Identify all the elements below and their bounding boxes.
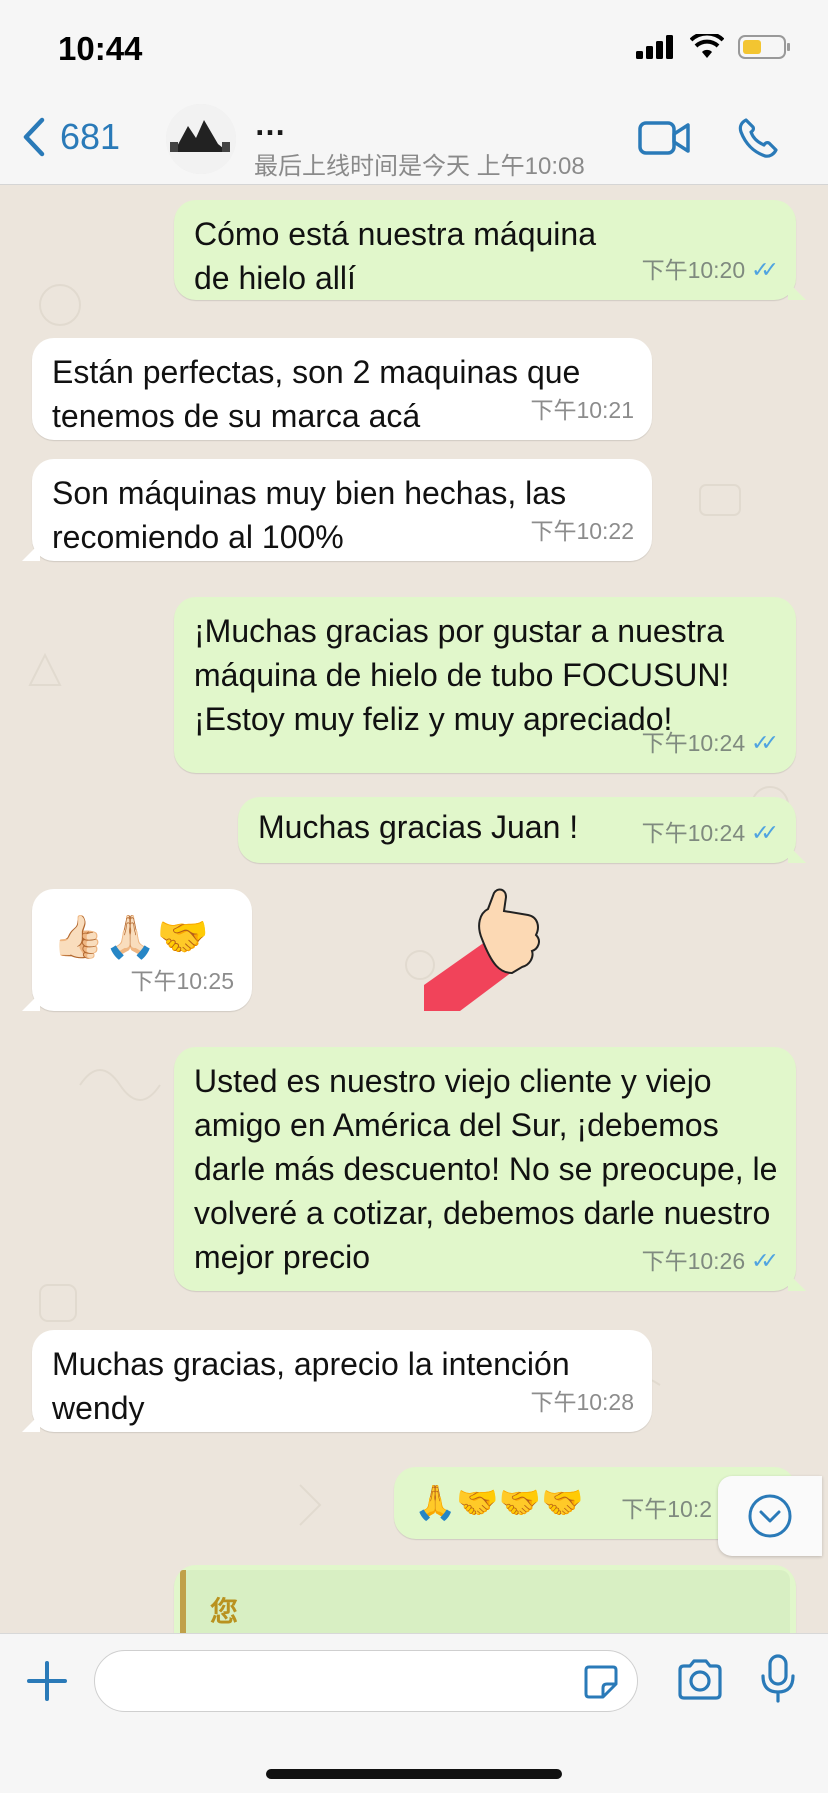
composer-bar (0, 1633, 828, 1793)
message-input[interactable] (94, 1650, 638, 1712)
camera-icon[interactable] (676, 1658, 724, 1700)
bubble-tail (788, 282, 806, 300)
battery-icon (738, 35, 790, 59)
last-seen: 最后上线时间是今天 上午10:08 (254, 153, 585, 180)
avatar-image-icon (166, 104, 236, 174)
read-ticks-icon: ✓✓ (751, 1248, 779, 1273)
message-time: 下午10:28 (530, 1389, 634, 1415)
message-meta: 下午10:25 (130, 959, 234, 1003)
message-outgoing[interactable]: Usted es nuestro viejo cliente y viejo a… (174, 1047, 806, 1291)
back-button[interactable]: 681 (22, 116, 120, 158)
video-call-icon[interactable] (638, 120, 690, 156)
message-time: 下午10:24 (641, 820, 746, 846)
plus-icon[interactable] (26, 1660, 68, 1702)
message-time: 下午10:21 (530, 397, 634, 423)
read-ticks-icon: ✓✓ (751, 820, 779, 845)
message-meta: 下午10:22 (530, 509, 634, 553)
status-time: 10:44 (58, 30, 143, 67)
sticker-icon[interactable] (583, 1664, 619, 1700)
message-outgoing[interactable]: Muchas gracias Juan ! 下午10:24 ✓✓ (238, 797, 806, 863)
message-meta: 下午10:24 ✓✓ (641, 721, 779, 765)
quote-label: 您 (210, 1596, 239, 1627)
message-text: Están perfectas, son 2 maquinas que tene… (52, 354, 581, 434)
home-indicator (266, 1769, 562, 1779)
message-meta: 下午10:24 ✓✓ (641, 811, 779, 855)
message-text: Son máquinas muy bien hechas, las recomi… (52, 475, 567, 555)
message-time: 下午10:26 (641, 1248, 746, 1274)
message-text: Cómo está nuestra máquina de hielo allí (194, 216, 596, 296)
bubble-tail (788, 1273, 806, 1291)
message-incoming[interactable]: Son máquinas muy bien hechas, las recomi… (22, 459, 652, 561)
scroll-down-icon (748, 1494, 792, 1538)
read-ticks-icon: ✓✓ (751, 730, 779, 755)
chat-header: 681 … 最后上线时间是今天 上午10:08 (0, 96, 828, 185)
bubble-tail (22, 543, 40, 561)
message-outgoing[interactable]: Cómo está nuestra máquina de hielo allí … (174, 200, 806, 300)
message-meta: 下午10:21 (530, 388, 634, 432)
avatar[interactable] (166, 104, 236, 174)
message-meta: 下午10:28 (530, 1380, 634, 1424)
message-incoming[interactable]: 👍🏻🙏🏻🤝 下午10:25 (22, 889, 252, 1011)
bubble-tail (22, 993, 40, 1011)
message-input-field[interactable] (115, 1665, 559, 1699)
message-meta: 下午10:2 (621, 1487, 712, 1531)
message-text: Muchas gracias, aprecio la intención wen… (52, 1346, 570, 1426)
scroll-down-button[interactable] (718, 1476, 822, 1556)
mic-icon[interactable] (758, 1654, 798, 1704)
bubble-tail (788, 845, 806, 863)
phone-icon[interactable] (736, 116, 780, 160)
chat-area[interactable]: Cómo está nuestra máquina de hielo allí … (0, 185, 828, 1633)
status-icons (636, 34, 792, 60)
message-time: 下午10:25 (130, 968, 234, 994)
message-time: 下午10:24 (641, 730, 746, 756)
message-emoji: 👍🏻🙏🏻🤝 (52, 912, 209, 961)
message-time: 下午10:22 (530, 518, 634, 544)
status-bar: 10:44 (0, 0, 828, 96)
signal-icon (636, 35, 673, 59)
message-outgoing[interactable]: ¡Muchas gracias por gustar a nuestra máq… (174, 597, 796, 773)
bubble-tail (22, 1414, 40, 1432)
message-meta: 下午10:20 ✓✓ (641, 248, 779, 292)
back-chevron-icon (23, 117, 45, 157)
read-ticks-icon: ✓✓ (751, 257, 779, 282)
wifi-icon (690, 34, 724, 58)
thumbs-up-sticker-icon (424, 888, 540, 1011)
contact-name[interactable]: … (254, 106, 614, 143)
unread-count: 681 (60, 116, 121, 157)
message-incoming[interactable]: Muchas gracias, aprecio la intención wen… (22, 1330, 652, 1432)
message-meta: 下午10:26 ✓✓ (641, 1239, 779, 1283)
message-time: 下午10:20 (641, 257, 746, 283)
message-time: 下午10:2 (621, 1496, 712, 1522)
message-incoming[interactable]: Están perfectas, son 2 maquinas que tene… (32, 338, 652, 440)
